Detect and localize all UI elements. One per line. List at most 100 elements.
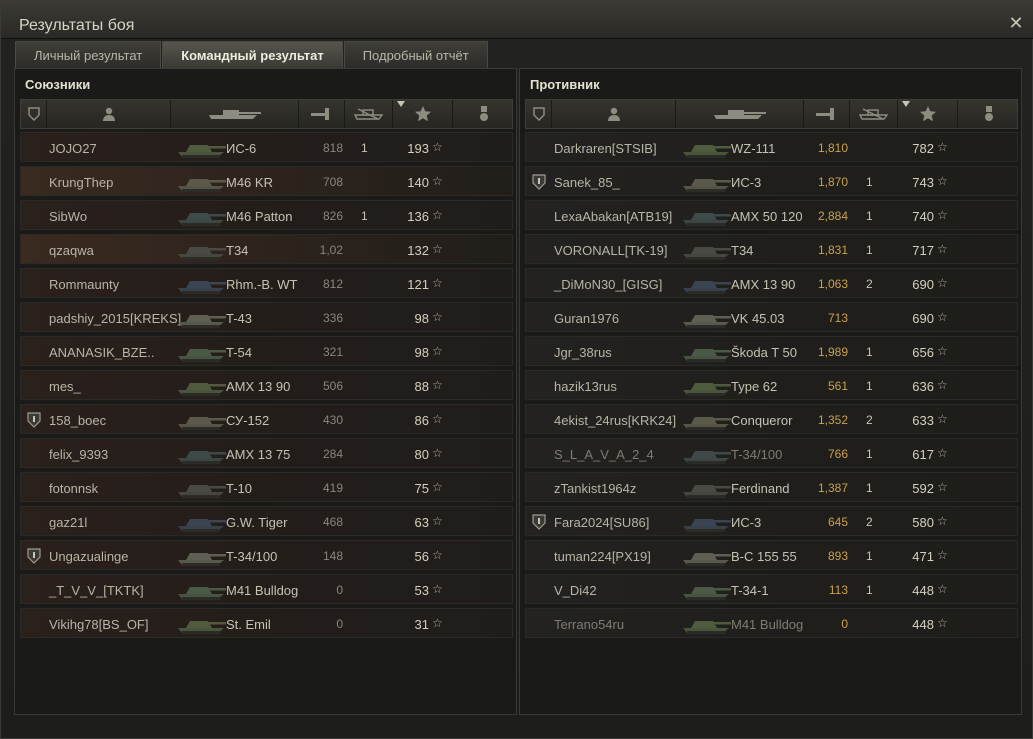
table-row[interactable]: 158_boec СУ-152 430 86 ☆ — [20, 404, 513, 434]
table-row[interactable]: gaz21l G.W. Tiger 468 63 ☆ — [20, 506, 513, 536]
medal-icon[interactable] — [453, 100, 514, 128]
tank-icon — [683, 247, 731, 260]
vehicle-name: AMX 13 75 — [226, 447, 291, 462]
xp-value: 592 — [912, 481, 934, 496]
table-row[interactable]: JOJO27 ИС-6 818 1 193 ☆ — [20, 132, 513, 162]
table-row[interactable]: mes_ AMX 13 90 506 88 ☆ — [20, 370, 513, 400]
damage-value: 1,063 — [817, 277, 848, 291]
kills-icon[interactable] — [345, 100, 393, 128]
tank-icon — [683, 213, 731, 226]
table-row[interactable]: felix_9393 AMX 13 75 284 80 ☆ — [20, 438, 513, 468]
damage-value: 1,989 — [817, 345, 848, 359]
table-row[interactable]: Jgr_38rus Škoda T 50 1,989 1 656 ☆ — [525, 336, 1018, 366]
star-icon[interactable] — [898, 100, 958, 128]
tab-personal-result[interactable]: Личный результат — [15, 41, 162, 68]
tank-icon — [683, 519, 731, 532]
tank-icon[interactable] — [171, 100, 299, 128]
table-row[interactable]: tuman224[PX19] В-С 155 55 893 1 471 ☆ — [525, 540, 1018, 570]
table-row[interactable]: Ungazualinge T-34/100 148 56 ☆ — [20, 540, 513, 570]
table-row[interactable]: qzaqwa T34 1,02 132 ☆ — [20, 234, 513, 264]
vehicle-name: St. Emil — [226, 617, 271, 632]
medal-icon[interactable] — [958, 100, 1019, 128]
table-row[interactable]: _DiMoN30_[GISG] AMX 13 90 1,063 2 690 ☆ — [525, 268, 1018, 298]
player-name: padshiy_2015[KREKS] — [49, 311, 182, 326]
tank-icon — [683, 451, 731, 464]
squad-icon[interactable] — [21, 100, 47, 128]
tab-bar: Личный результат Командный результат Под… — [15, 41, 489, 68]
damage-icon[interactable] — [804, 100, 850, 128]
table-row[interactable]: Darkraren[STSIB] WZ-111 1,810 782 ☆ — [525, 132, 1018, 162]
table-row[interactable]: SibWo M46 Patton 826 1 136 ☆ — [20, 200, 513, 230]
tab-team-result[interactable]: Командный результат — [162, 41, 343, 68]
squad-badge-icon — [532, 514, 546, 530]
table-row[interactable]: 4ekist_24rus[KRK24] Conqueror 1,352 2 633 ☆ — [525, 404, 1018, 434]
kills-icon[interactable] — [850, 100, 898, 128]
table-row[interactable]: V_Di42 T-34-1 113 1 448 ☆ — [525, 574, 1018, 604]
tank-icon — [178, 417, 226, 430]
player-name: qzaqwa — [49, 243, 94, 258]
tank-icon — [683, 179, 731, 192]
table-row[interactable]: _T_V_V_[TKTK] M41 Bulldog 0 53 ☆ — [20, 574, 513, 604]
star-icon: ☆ — [937, 514, 948, 528]
vehicle-name: Škoda T 50 — [731, 345, 798, 360]
table-row[interactable]: LexaAbakan[ATB19] AMX 50 120 2,884 1 740 ☆ — [525, 200, 1018, 230]
vehicle-name: M46 KR — [226, 175, 273, 190]
damage-value: 826 — [322, 209, 343, 223]
table-row[interactable]: fotonnsk T-10 419 75 ☆ — [20, 472, 513, 502]
xp-value: 580 — [912, 515, 934, 530]
player-icon[interactable] — [552, 100, 676, 128]
star-icon: ☆ — [937, 344, 948, 358]
table-row[interactable]: padshiy_2015[KREKS] T-43 336 98 ☆ — [20, 302, 513, 332]
vehicle-name: СУ-152 — [226, 413, 270, 428]
vehicle-name: В-С 155 55 — [731, 549, 797, 564]
tab-detailed-report[interactable]: Подробный отчёт — [343, 41, 488, 68]
damage-value: 0 — [841, 617, 848, 631]
table-row[interactable]: Guran1976 VK 45.03 713 690 ☆ — [525, 302, 1018, 332]
table-row[interactable]: VORONALL[TK-19] T34 1,831 1 717 ☆ — [525, 234, 1018, 264]
enemies-column-header — [525, 99, 1018, 129]
table-row[interactable]: S_L_A_V_A_2_4 T-34/100 766 1 617 ☆ — [525, 438, 1018, 468]
vehicle-name: AMX 13 90 — [731, 277, 796, 292]
star-icon: ☆ — [937, 208, 948, 222]
star-icon: ☆ — [432, 174, 443, 188]
table-row[interactable]: Vikihg78[BS_OF] St. Emil 0 31 ☆ — [20, 608, 513, 638]
star-icon[interactable] — [393, 100, 453, 128]
table-row[interactable]: zTankist1964z Ferdinand 1,387 1 592 ☆ — [525, 472, 1018, 502]
table-row[interactable]: hazik13rus Type 62 561 1 636 ☆ — [525, 370, 1018, 400]
squad-icon[interactable] — [526, 100, 552, 128]
kills-value: 2 — [866, 515, 873, 529]
star-icon: ☆ — [432, 310, 443, 324]
vehicle-name: T-34/100 — [226, 549, 278, 564]
star-icon: ☆ — [432, 446, 443, 460]
kills-value: 1 — [866, 379, 873, 393]
table-row[interactable]: Fara2024[SU86] ИС-3 645 2 580 ☆ — [525, 506, 1018, 536]
vehicle-name: VK 45.03 — [731, 311, 785, 326]
table-row[interactable]: Rommaunty Rhm.-B. WT 812 121 ☆ — [20, 268, 513, 298]
player-icon[interactable] — [47, 100, 171, 128]
star-icon: ☆ — [937, 174, 948, 188]
player-name: LexaAbakan[ATB19] — [554, 209, 673, 224]
tank-icon — [683, 621, 731, 634]
xp-value: 56 — [414, 549, 429, 564]
table-row[interactable]: Sanek_85_ ИС-3 1,870 1 743 ☆ — [525, 166, 1018, 196]
tank-icon — [683, 315, 731, 328]
table-row[interactable]: KrungThep M46 KR 708 140 ☆ — [20, 166, 513, 196]
tank-icon[interactable] — [676, 100, 804, 128]
damage-icon[interactable] — [299, 100, 345, 128]
vehicle-name: Conqueror — [731, 413, 793, 428]
allies-panel: Союзники JOJO27 ИС-6 818 1 193 ☆ KrungTh… — [14, 68, 517, 715]
table-row[interactable]: Terrano54ru M41 Bulldog 0 448 ☆ — [525, 608, 1018, 638]
squad-badge-icon — [27, 412, 41, 428]
player-name: Sanek_85_ — [554, 175, 620, 190]
kills-value: 1 — [866, 481, 873, 495]
table-row[interactable]: ANANASIK_BZE.. T-54 321 98 ☆ — [20, 336, 513, 366]
kills-value: 1 — [866, 243, 873, 257]
player-name: Vikihg78[BS_OF] — [49, 617, 149, 632]
kills-value: 1 — [866, 345, 873, 359]
tank-icon — [178, 621, 226, 634]
vehicle-name: AMX 50 120 — [731, 209, 803, 224]
tank-icon — [178, 349, 226, 362]
close-icon[interactable]: ✕ — [1008, 14, 1024, 32]
damage-value: 1,870 — [817, 175, 848, 189]
vehicle-name: Ferdinand — [731, 481, 790, 496]
